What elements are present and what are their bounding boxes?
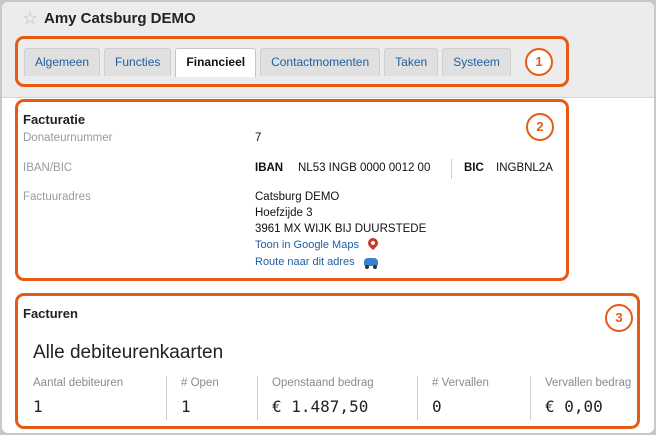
facturatie-title: Facturatie [23,112,86,127]
stat-divider [530,376,531,420]
stat-value-aantal-debiteuren: 1 [33,397,43,416]
iban-bic-label: IBAN/BIC [23,162,73,174]
callout-badge-3: 3 [605,304,633,332]
stat-label-aantal-debiteuren: Aantal debiteuren [33,377,124,389]
address-line-3: 3961 MX WIJK BIJ DUURSTEDE [255,223,427,235]
stat-label-vervallen-bedrag: Vervallen bedrag [545,377,632,389]
highlight-box-tabs [15,36,569,87]
iban-tag: IBAN [255,162,284,174]
factuuradres-label: Factuuradres [23,191,91,203]
stat-value-vervallen-bedrag: € 0,00 [545,397,603,416]
car-icon[interactable] [364,258,378,269]
facturen-title: Facturen [23,306,78,321]
stat-divider [417,376,418,420]
bic-value: INGBNL2A [496,162,553,174]
stat-value-open: 1 [181,397,191,416]
stat-label-open: # Open [181,377,219,389]
debiteurenkaarten-title: Alle debiteurenkaarten [33,342,224,363]
address-line-2: Hoefzijde 3 [255,207,313,219]
star-icon[interactable]: ☆ [22,8,38,28]
donateurnummer-value: 7 [255,132,262,144]
stat-value-openstaand-bedrag: € 1.487,50 [272,397,369,416]
google-maps-link[interactable]: Toon in Google Maps [255,239,359,251]
window: ☆ Amy Catsburg DEMO Algemeen Functies Fi… [2,2,654,433]
address-line-1: Catsburg DEMO [255,191,340,203]
callout-badge-2: 2 [526,113,554,141]
iban-value: NL53 INGB 0000 0012 00 [298,162,431,174]
bic-tag: BIC [464,162,484,174]
route-link[interactable]: Route naar dit adres [255,256,355,268]
stat-divider [257,376,258,420]
stat-value-vervallen: 0 [432,397,442,416]
stat-divider [166,376,167,420]
stat-label-vervallen: # Vervallen [432,377,489,389]
donateurnummer-label: Donateurnummer [23,132,113,144]
stat-label-openstaand-bedrag: Openstaand bedrag [272,377,374,389]
callout-badge-1: 1 [525,48,553,76]
iban-bic-divider [451,159,452,179]
highlight-box-facturatie [15,99,569,281]
page-title: Amy Catsburg DEMO [44,10,196,27]
